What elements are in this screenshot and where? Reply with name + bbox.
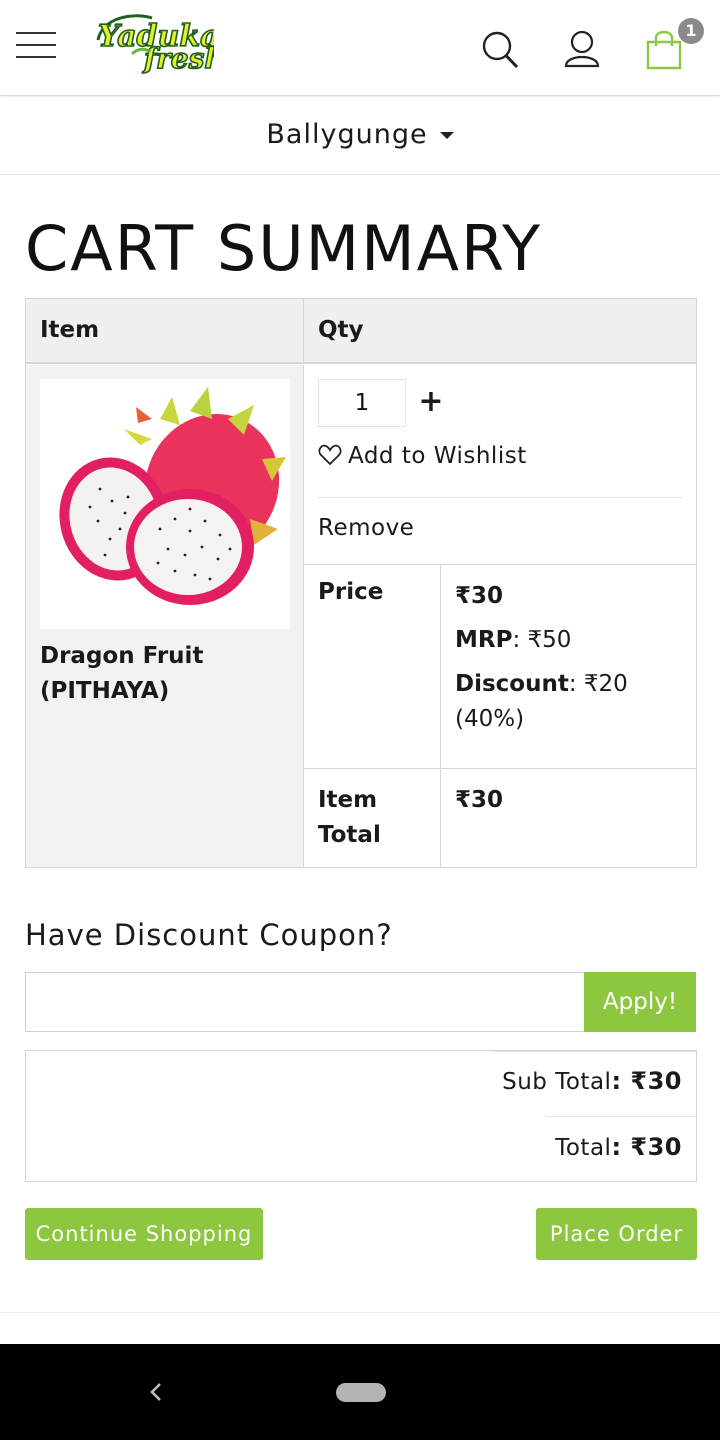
column-header-qty: Qty bbox=[304, 299, 696, 364]
divider bbox=[0, 1312, 720, 1313]
quantity-cell: 1 + Add to Wishlist Remove bbox=[304, 365, 696, 565]
price-label: Price bbox=[304, 565, 441, 769]
wishlist-label: Add to Wishlist bbox=[348, 443, 527, 469]
caret-down-icon bbox=[439, 132, 454, 139]
location-dropdown[interactable]: Ballygunge bbox=[266, 119, 454, 150]
back-icon[interactable] bbox=[144, 1378, 168, 1406]
location-bar: Ballygunge bbox=[0, 97, 720, 175]
place-order-button[interactable]: Place Order bbox=[536, 1208, 697, 1260]
remove-item-button[interactable]: Remove bbox=[318, 515, 414, 541]
coupon-heading: Have Discount Coupon? bbox=[25, 918, 393, 952]
order-totals: Sub Total: ₹30 Total: ₹30 bbox=[25, 1050, 697, 1182]
location-selected-label: Ballygunge bbox=[266, 119, 428, 150]
cart-item-cell: Dragon Fruit (PITHAYA) bbox=[26, 365, 304, 867]
brand-logo[interactable]: Yaduka fresh bbox=[92, 10, 226, 76]
increase-quantity-button[interactable]: + bbox=[416, 385, 446, 419]
heart-icon bbox=[318, 444, 342, 466]
mrp-label: MRP bbox=[455, 627, 513, 653]
discount-label: Discount bbox=[455, 671, 569, 697]
price-details: ₹30 MRP: ₹50 Discount: ₹20 (40%) bbox=[441, 565, 696, 769]
mrp-value: : ₹50 bbox=[512, 627, 572, 653]
product-name[interactable]: Dragon Fruit (PITHAYA) bbox=[40, 639, 290, 709]
cart-count-badge: 1 bbox=[678, 18, 704, 44]
total-row: Total: ₹30 bbox=[555, 1133, 682, 1161]
item-total-label: Item Total bbox=[304, 769, 441, 867]
coupon-code-input[interactable] bbox=[25, 972, 585, 1032]
item-total-value: ₹30 bbox=[455, 787, 504, 813]
hamburger-menu-icon[interactable] bbox=[16, 30, 58, 60]
total-value: : ₹30 bbox=[611, 1133, 682, 1161]
subtotal-label: Sub Total bbox=[502, 1069, 612, 1095]
subtotal-row: Sub Total: ₹30 bbox=[502, 1067, 682, 1095]
divider bbox=[492, 1051, 696, 1052]
logo-text-bottom: fresh bbox=[142, 42, 214, 75]
subtotal-value: : ₹30 bbox=[611, 1067, 682, 1095]
quantity-input[interactable]: 1 bbox=[318, 379, 406, 427]
page-title: CART SUMMARY bbox=[25, 212, 542, 285]
continue-shopping-button[interactable]: Continue Shopping bbox=[25, 1208, 263, 1260]
total-label: Total bbox=[555, 1135, 612, 1161]
search-icon[interactable] bbox=[480, 28, 520, 70]
product-image[interactable] bbox=[40, 379, 290, 629]
cart-table: Item Qty Dragon Fruit (PITHAYA) 1 + Add … bbox=[25, 298, 697, 868]
price-value: ₹30 bbox=[455, 583, 504, 609]
divider bbox=[546, 1116, 696, 1117]
home-pill-button[interactable] bbox=[336, 1383, 386, 1402]
apply-coupon-button[interactable]: Apply! bbox=[584, 972, 696, 1032]
app-header: Yaduka fresh 1 bbox=[0, 0, 720, 96]
user-account-icon[interactable] bbox=[562, 28, 602, 70]
column-header-item: Item bbox=[26, 299, 304, 364]
divider bbox=[318, 497, 682, 498]
add-to-wishlist-button[interactable]: Add to Wishlist bbox=[318, 443, 527, 469]
